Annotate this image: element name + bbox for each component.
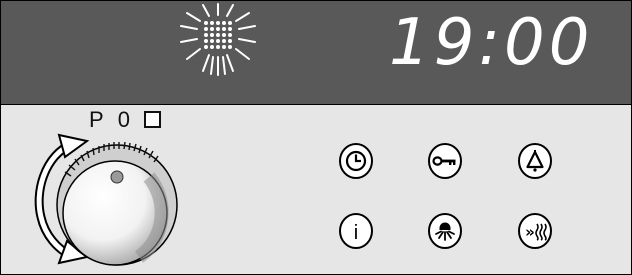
sun-burst-icon [180,3,256,76]
rotary-selector-knob[interactable] [29,131,179,271]
key-icon [428,143,462,179]
oven-light-icon [428,213,462,249]
bell-icon [518,143,552,179]
oven-control-panel: 19:00 P0 i » [0,0,632,275]
info-icon: i [339,213,373,249]
marking-p: P [89,107,104,132]
info-label: i [354,222,358,244]
marking-zero: 0 [117,107,130,132]
clock-button[interactable] [338,143,374,179]
rapid-heat-label: » [525,223,535,241]
display-panel: 19:00 [1,1,631,105]
info-button[interactable]: i [338,213,374,249]
timer-button[interactable] [517,143,553,179]
square-icon [143,111,161,128]
oven-light-button[interactable] [427,213,463,249]
time-display: 19:00 [389,6,594,80]
selector-markings: P0 [89,107,175,133]
rapid-heat-icon: » [518,213,552,249]
key-lock-button[interactable] [427,143,463,179]
clock-icon [339,143,373,179]
rapid-heat-button[interactable]: » [517,213,553,249]
